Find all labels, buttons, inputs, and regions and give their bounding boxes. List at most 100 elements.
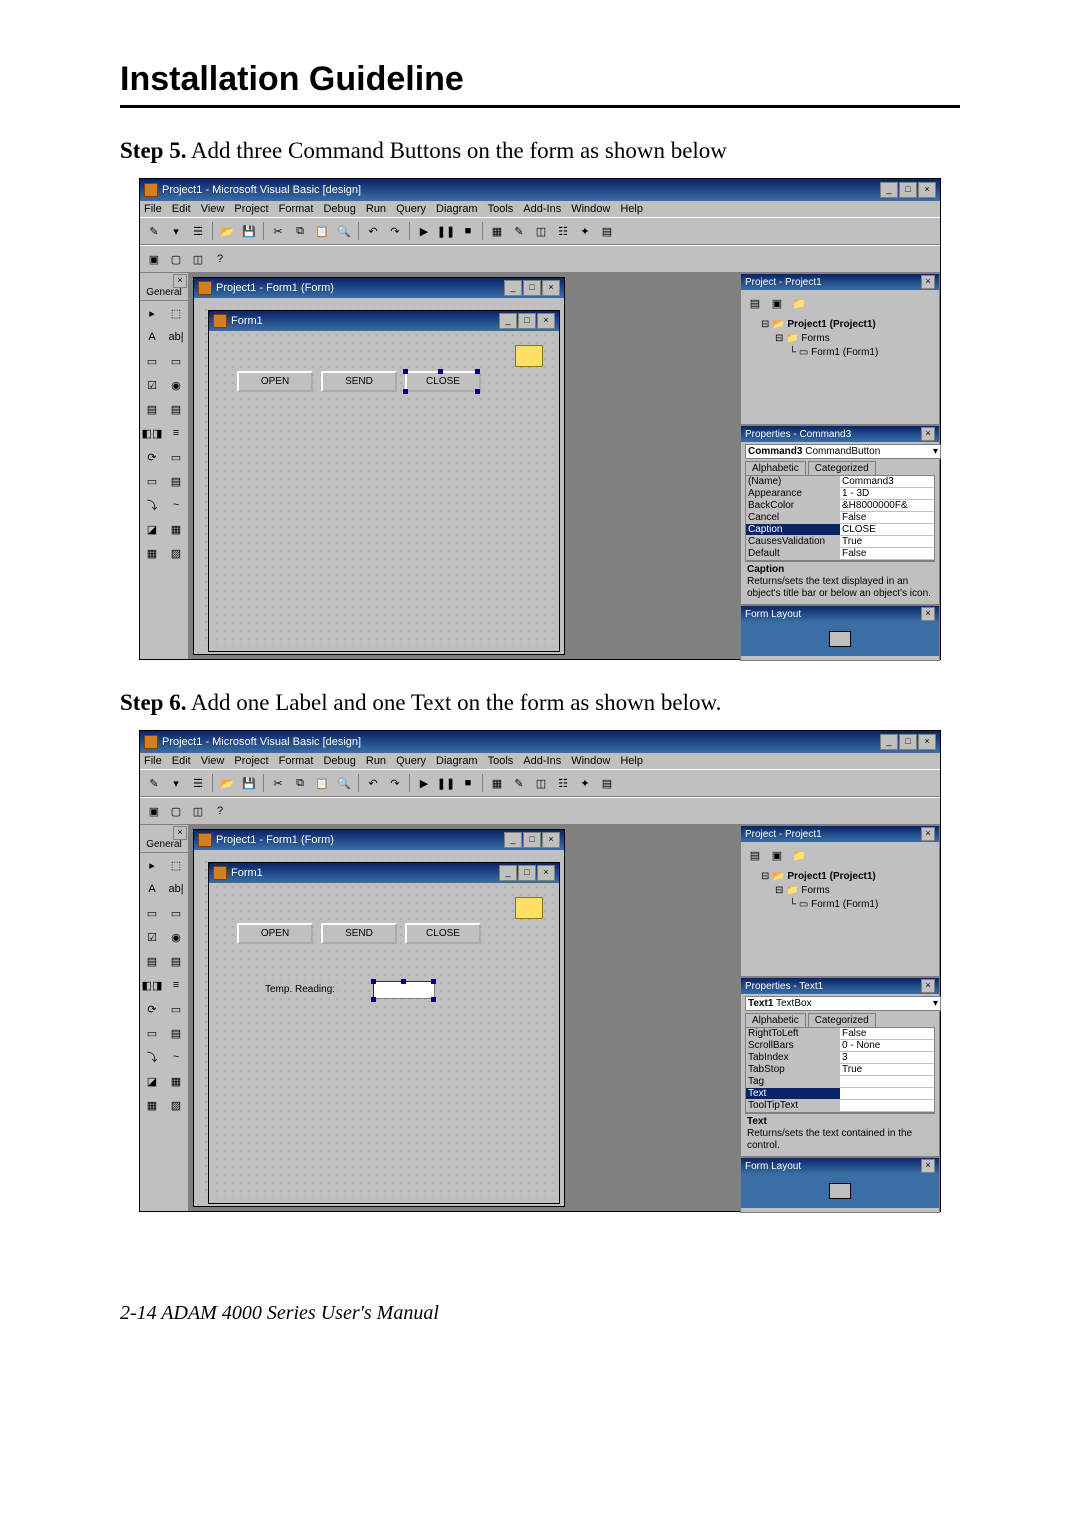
menu-format[interactable]: Format: [279, 755, 314, 767]
open-button[interactable]: OPEN: [237, 371, 313, 392]
menu-edit[interactable]: Edit: [172, 203, 191, 215]
tb-save-icon[interactable]: 💾: [239, 221, 259, 241]
tb-find-icon[interactable]: 🔍: [334, 221, 354, 241]
tb2-new-icon[interactable]: ▢: [166, 249, 186, 269]
tb-formlayout-icon[interactable]: ◫: [531, 773, 551, 793]
form-layout-mini-icon[interactable]: [829, 631, 851, 647]
sel-handle[interactable]: [403, 369, 408, 374]
send-button[interactable]: SEND: [321, 371, 397, 392]
tb2-help-icon[interactable]: ?: [210, 801, 230, 821]
toolbox-tool[interactable]: ⟳: [140, 445, 164, 469]
tb2-new-icon[interactable]: ▢: [166, 801, 186, 821]
tab-alphabetic[interactable]: Alphabetic: [745, 1013, 806, 1027]
menu-project[interactable]: Project: [234, 203, 268, 215]
menu-diagram[interactable]: Diagram: [436, 203, 478, 215]
toolbox-tool[interactable]: ◧◨: [140, 973, 164, 997]
form-surface[interactable]: OPEN SEND CLOSE Temp. Reading:: [213, 883, 555, 1199]
temp-reading-label[interactable]: Temp. Reading:: [263, 983, 337, 996]
toggle-folders-icon[interactable]: 📁: [789, 294, 809, 312]
tb-objbrowser-icon[interactable]: ☷: [553, 221, 573, 241]
view-object-icon[interactable]: ▣: [767, 846, 787, 864]
menu-query[interactable]: Query: [396, 203, 426, 215]
form-layout-body[interactable]: [741, 622, 939, 656]
view-object-icon[interactable]: ▣: [767, 294, 787, 312]
sel-handle[interactable]: [438, 369, 443, 374]
form-window[interactable]: Form1 _ □ × OPEN: [208, 310, 560, 652]
menu-run[interactable]: Run: [366, 755, 386, 767]
tb-undo-icon[interactable]: ↶: [363, 773, 383, 793]
toolbox-tool[interactable]: ▭: [140, 469, 164, 493]
toolbox-tool[interactable]: ⤵: [140, 493, 164, 517]
toolbox-tool[interactable]: ▭: [164, 349, 188, 373]
tree-form1[interactable]: └ ▭ Form1 (Form1): [747, 346, 933, 360]
property-row[interactable]: CaptionCLOSE: [746, 524, 934, 536]
tree-root[interactable]: ⊟ 📂 Project1 (Project1): [747, 318, 933, 332]
property-row[interactable]: ScrollBars0 - None: [746, 1040, 934, 1052]
form-layout-close-icon[interactable]: ×: [921, 1159, 935, 1173]
form-max-button[interactable]: □: [518, 865, 536, 881]
tb-pause-icon[interactable]: ❚❚: [436, 221, 456, 241]
toolbox-tool[interactable]: ▨: [164, 1093, 188, 1117]
sel-handle[interactable]: [475, 389, 480, 394]
menu-diagram[interactable]: Diagram: [436, 755, 478, 767]
menu-query[interactable]: Query: [396, 755, 426, 767]
toolbox-tool[interactable]: ⬚: [164, 853, 188, 877]
maximize-button[interactable]: □: [899, 182, 917, 198]
form-layout-mini-icon[interactable]: [829, 1183, 851, 1199]
tb-dataview-icon[interactable]: ▤: [597, 221, 617, 241]
tb-redo-icon[interactable]: ↷: [385, 221, 405, 241]
tb-proj-explorer-icon[interactable]: ▦: [487, 773, 507, 793]
tb-paste-icon[interactable]: 📋: [312, 221, 332, 241]
property-row[interactable]: Tag: [746, 1076, 934, 1088]
toolbox-tool[interactable]: ab|: [164, 877, 188, 901]
tb-cut-icon[interactable]: ✂: [268, 221, 288, 241]
sel-handle[interactable]: [371, 979, 376, 984]
tb-redo-icon[interactable]: ↷: [385, 773, 405, 793]
toolbox-close-icon[interactable]: ×: [173, 826, 187, 840]
tb-menu-icon[interactable]: ☰: [188, 221, 208, 241]
property-row[interactable]: ToolTipText: [746, 1100, 934, 1112]
tb-properties-icon[interactable]: ✎: [509, 773, 529, 793]
form-layout-body[interactable]: [741, 1174, 939, 1208]
menu-addins[interactable]: Add-Ins: [523, 203, 561, 215]
toolbox-tool[interactable]: ~: [164, 1045, 188, 1069]
open-button[interactable]: OPEN: [237, 923, 313, 944]
tb2-lock-icon[interactable]: ▣: [144, 249, 164, 269]
toolbox-tool[interactable]: ⟳: [140, 997, 164, 1021]
property-row[interactable]: BackColor&H8000000F&: [746, 500, 934, 512]
close-button[interactable]: ×: [918, 734, 936, 750]
project-explorer-close-icon[interactable]: ×: [921, 827, 935, 841]
toolbox-tool[interactable]: ▨: [164, 541, 188, 565]
send-button[interactable]: SEND: [321, 923, 397, 944]
tree-root[interactable]: ⊟ 📂 Project1 (Project1): [747, 870, 933, 884]
menu-edit[interactable]: Edit: [172, 755, 191, 767]
sel-handle[interactable]: [431, 979, 436, 984]
sel-handle[interactable]: [403, 389, 408, 394]
tb-run-icon[interactable]: ▶: [414, 773, 434, 793]
tb-save-icon[interactable]: 💾: [239, 773, 259, 793]
toggle-folders-icon[interactable]: 📁: [789, 846, 809, 864]
menu-debug[interactable]: Debug: [323, 755, 355, 767]
toolbox-tool[interactable]: ◉: [164, 373, 188, 397]
toolbox-tool[interactable]: ≡: [164, 973, 188, 997]
tb-open-icon[interactable]: 📂: [217, 773, 237, 793]
tb-dataview-icon[interactable]: ▤: [597, 773, 617, 793]
properties-close-icon[interactable]: ×: [921, 979, 935, 993]
toolbox-tool[interactable]: A: [140, 877, 164, 901]
tb-new-icon[interactable]: ✎: [144, 773, 164, 793]
form-layout-close-icon[interactable]: ×: [921, 607, 935, 621]
form-close-button[interactable]: ×: [537, 865, 555, 881]
minimize-button[interactable]: _: [880, 182, 898, 198]
tb-proj-explorer-icon[interactable]: ▦: [487, 221, 507, 241]
menu-view[interactable]: View: [201, 203, 225, 215]
toolbox-tool[interactable]: ☑: [140, 373, 164, 397]
menu-debug[interactable]: Debug: [323, 203, 355, 215]
menu-file[interactable]: File: [144, 755, 162, 767]
toolbox-tool[interactable]: ▭: [140, 1021, 164, 1045]
toolbox-tool[interactable]: ~: [164, 493, 188, 517]
menu-tools[interactable]: Tools: [488, 755, 514, 767]
menu-addins[interactable]: Add-Ins: [523, 755, 561, 767]
tb-objbrowser-icon[interactable]: ☷: [553, 773, 573, 793]
tb-copy-icon[interactable]: ⧉: [290, 221, 310, 241]
tb-stop-icon[interactable]: ■: [458, 773, 478, 793]
